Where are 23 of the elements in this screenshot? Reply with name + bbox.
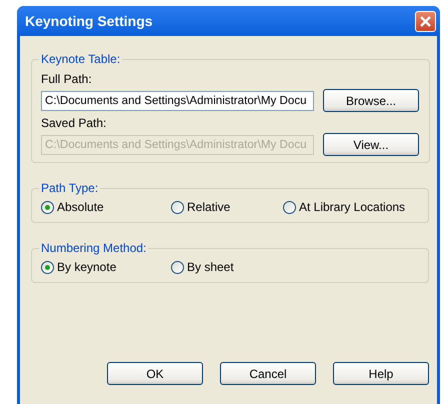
radio-label[interactable]: At Library Locations	[299, 200, 406, 214]
radio-button[interactable]	[171, 200, 184, 214]
radio-label[interactable]: By sheet	[187, 260, 234, 274]
radio-button[interactable]	[171, 260, 184, 274]
radio-button[interactable]	[41, 200, 54, 214]
dialog-button[interactable]: Help	[333, 362, 429, 385]
dialog-button[interactable]: OK	[107, 362, 203, 385]
radio-button[interactable]	[41, 260, 54, 274]
close-icon	[419, 14, 432, 28]
radio-label[interactable]: Relative	[187, 200, 230, 214]
window-title: Keynoting Settings	[25, 13, 153, 29]
browse-button[interactable]: Browse...	[323, 89, 419, 112]
radio-label[interactable]: By keynote	[57, 260, 116, 274]
field-label: Saved Path:	[41, 116, 108, 130]
radio-button[interactable]	[283, 200, 296, 214]
path-field[interactable]: C:\Documents and Settings\Administrator\My Docu	[41, 90, 314, 110]
close-button[interactable]	[415, 10, 436, 32]
group-label: Path Type:	[40, 181, 100, 195]
radio-label[interactable]: Absolute	[57, 200, 104, 214]
group-label: Numbering Method:	[40, 241, 148, 255]
dialog-button[interactable]: Cancel	[220, 362, 316, 385]
group-label: Keynote Table:	[40, 52, 122, 66]
field-label: Full Path:	[41, 72, 93, 86]
